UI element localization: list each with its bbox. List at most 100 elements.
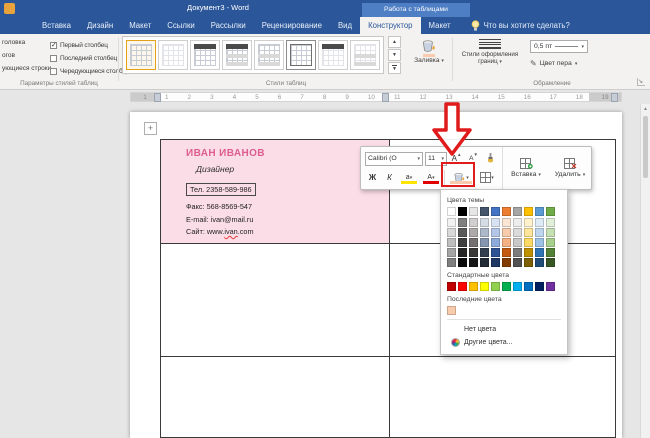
color-swatch[interactable] bbox=[480, 238, 489, 247]
table-style-thumb[interactable] bbox=[254, 40, 284, 70]
vertical-scrollbar[interactable]: ▲ bbox=[640, 104, 650, 438]
color-swatch[interactable] bbox=[469, 218, 478, 227]
color-swatch[interactable] bbox=[502, 207, 511, 216]
color-swatch[interactable] bbox=[513, 207, 522, 216]
color-swatch[interactable] bbox=[535, 282, 544, 291]
tab-references[interactable]: Ссылки bbox=[159, 17, 202, 34]
color-swatch[interactable] bbox=[447, 207, 456, 216]
color-swatch[interactable] bbox=[447, 228, 456, 237]
checkbox-first-column[interactable]: Первый столбец bbox=[50, 39, 108, 51]
color-swatch[interactable] bbox=[480, 282, 489, 291]
tab-insert[interactable]: Вставка bbox=[34, 17, 79, 34]
color-swatch[interactable] bbox=[546, 228, 555, 237]
color-swatch[interactable] bbox=[480, 248, 489, 257]
table-style-thumb[interactable] bbox=[318, 40, 348, 70]
color-swatch[interactable] bbox=[502, 218, 511, 227]
color-swatch[interactable] bbox=[458, 228, 467, 237]
option-label-cut[interactable]: огов bbox=[2, 52, 51, 65]
color-swatch[interactable] bbox=[546, 248, 555, 257]
color-swatch[interactable] bbox=[546, 218, 555, 227]
borders-button[interactable]: ▾ bbox=[476, 170, 498, 185]
tab-review[interactable]: Рецензирование bbox=[254, 17, 330, 34]
ruler-column-marker[interactable] bbox=[382, 93, 389, 102]
color-swatch[interactable] bbox=[491, 228, 500, 237]
color-swatch[interactable] bbox=[447, 258, 456, 267]
tellme-search[interactable]: Что вы хотите сделать? bbox=[471, 17, 570, 34]
color-swatch[interactable] bbox=[502, 258, 511, 267]
color-swatch[interactable] bbox=[447, 218, 456, 227]
color-swatch[interactable] bbox=[524, 258, 533, 267]
table-style-thumb[interactable] bbox=[286, 40, 316, 70]
color-swatch[interactable] bbox=[535, 248, 544, 257]
table-style-thumb[interactable] bbox=[350, 40, 380, 70]
color-swatch[interactable] bbox=[524, 218, 533, 227]
color-swatch[interactable] bbox=[447, 248, 456, 257]
color-swatch[interactable] bbox=[469, 248, 478, 257]
pen-weight-combo[interactable]: 0,5 пт ▾ bbox=[530, 40, 588, 53]
gallery-down-button[interactable]: ▼ bbox=[388, 49, 401, 61]
color-swatch[interactable] bbox=[546, 207, 555, 216]
color-swatch[interactable] bbox=[458, 258, 467, 267]
tab-table-layout[interactable]: Макет bbox=[421, 17, 459, 34]
shading-button[interactable]: Заливка ▾ bbox=[406, 36, 452, 78]
color-swatch[interactable] bbox=[469, 238, 478, 247]
horizontal-ruler[interactable]: 1 123456789101112131415161718 19 bbox=[130, 92, 622, 102]
table-style-thumb[interactable] bbox=[126, 40, 156, 70]
color-swatch[interactable] bbox=[502, 238, 511, 247]
color-swatch[interactable] bbox=[447, 238, 456, 247]
table-move-handle[interactable]: + bbox=[144, 122, 157, 135]
scrollbar-thumb[interactable] bbox=[643, 116, 648, 178]
color-swatch[interactable] bbox=[502, 228, 511, 237]
color-swatch[interactable] bbox=[546, 238, 555, 247]
color-swatch[interactable] bbox=[513, 258, 522, 267]
color-swatch[interactable] bbox=[524, 207, 533, 216]
option-label-cut[interactable]: головка bbox=[2, 39, 51, 52]
insert-button[interactable]: Вставка▾ bbox=[505, 149, 547, 187]
color-swatch[interactable] bbox=[524, 238, 533, 247]
gallery-up-button[interactable]: ▲ bbox=[388, 36, 401, 48]
color-swatch[interactable] bbox=[513, 282, 522, 291]
color-swatch[interactable] bbox=[524, 228, 533, 237]
ruler-column-marker[interactable] bbox=[154, 93, 161, 102]
color-swatch[interactable] bbox=[513, 228, 522, 237]
delete-button[interactable]: Удалить▾ bbox=[549, 149, 591, 187]
border-styles-button[interactable]: Стили оформления границ ▾ bbox=[458, 36, 522, 78]
color-swatch[interactable] bbox=[513, 218, 522, 227]
color-swatch[interactable] bbox=[535, 218, 544, 227]
bold-button[interactable]: Ж bbox=[365, 170, 380, 185]
font-color-button[interactable]: А ▾ bbox=[421, 170, 441, 185]
tab-mailings[interactable]: Рассылки bbox=[203, 17, 254, 34]
color-swatch[interactable] bbox=[480, 228, 489, 237]
color-swatch[interactable] bbox=[469, 228, 478, 237]
ruler-column-marker[interactable] bbox=[611, 93, 618, 102]
color-swatch[interactable] bbox=[491, 218, 500, 227]
tab-view[interactable]: Вид bbox=[330, 17, 360, 34]
color-swatch[interactable] bbox=[535, 238, 544, 247]
color-swatch[interactable] bbox=[469, 207, 478, 216]
scrollbar-up-arrow[interactable]: ▲ bbox=[641, 106, 650, 112]
color-swatch[interactable] bbox=[524, 282, 533, 291]
highlight-color-button[interactable]: а ▾ bbox=[399, 170, 419, 185]
color-swatch[interactable] bbox=[480, 207, 489, 216]
color-swatch[interactable] bbox=[469, 258, 478, 267]
color-swatch[interactable] bbox=[546, 258, 555, 267]
color-swatch[interactable] bbox=[491, 238, 500, 247]
color-swatch[interactable] bbox=[458, 207, 467, 216]
color-swatch[interactable] bbox=[458, 218, 467, 227]
color-swatch[interactable] bbox=[480, 218, 489, 227]
tab-table-design-active[interactable]: Конструктор bbox=[360, 17, 420, 34]
color-swatch[interactable] bbox=[491, 248, 500, 257]
option-label-cut[interactable]: ующиеся строки bbox=[2, 65, 51, 78]
color-swatch[interactable] bbox=[513, 238, 522, 247]
tab-layout[interactable]: Макет bbox=[121, 17, 159, 34]
color-swatch[interactable] bbox=[491, 207, 500, 216]
color-swatch[interactable] bbox=[458, 238, 467, 247]
color-swatch[interactable] bbox=[524, 248, 533, 257]
tab-design[interactable]: Дизайн bbox=[79, 17, 121, 34]
color-swatch[interactable] bbox=[447, 282, 456, 291]
color-swatch[interactable] bbox=[480, 258, 489, 267]
color-swatch[interactable] bbox=[458, 248, 467, 257]
more-colors-item[interactable]: Другие цвета... bbox=[447, 336, 561, 349]
checkbox-last-column[interactable]: Последний столбец bbox=[50, 52, 117, 64]
table-style-thumb[interactable] bbox=[222, 40, 252, 70]
